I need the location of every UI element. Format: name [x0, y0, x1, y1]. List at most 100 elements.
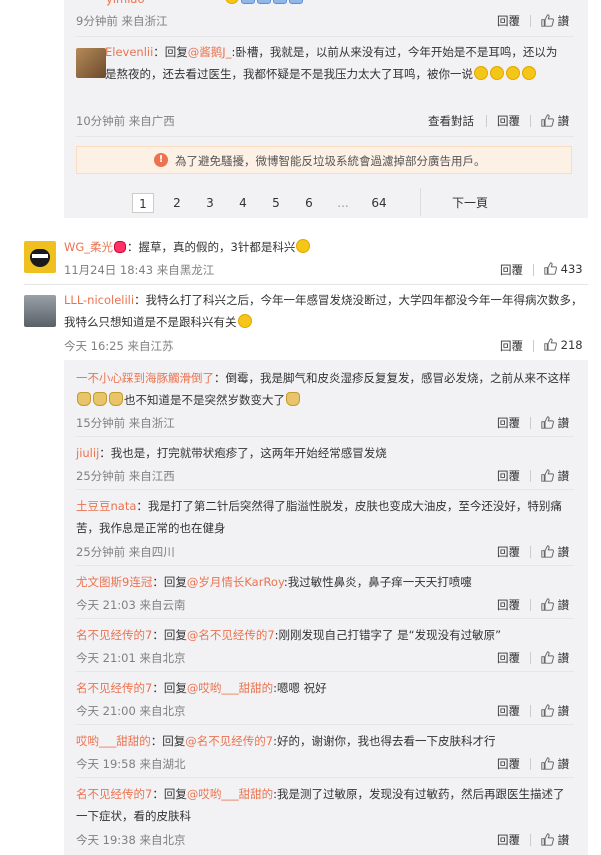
- avatar-face: [30, 249, 50, 267]
- sub-reply-content: 名不见经传的7：回复@哎哟___甜甜的:我是测了过敏原，发现没有过敏药，然后再跟…: [76, 783, 574, 827]
- reply-author[interactable]: 名不见经传的7: [76, 787, 152, 801]
- mention-link[interactable]: @哎哟___甜甜的: [187, 787, 273, 801]
- mention-link[interactable]: @哎哟___甜甜的: [187, 681, 273, 695]
- like-label: 讃: [557, 469, 570, 483]
- like-button[interactable]: 讃: [541, 832, 569, 848]
- next-page-button[interactable]: 下一頁: [450, 193, 490, 213]
- sub-reply-content: 名不见经传的7：回复@哎哟___甜甜的:嗯嗯 祝好: [76, 677, 574, 699]
- anti-spam-notice: ! 為了避免騷擾，微博智能反垃圾系統會過濾掉部分廣告用戶。: [76, 146, 572, 174]
- smile-emoji: [522, 66, 536, 80]
- reply-author[interactable]: jiulij: [76, 446, 99, 460]
- comment-text: ：我特么打了科兴之后，今年一年感冒发烧没断过，大学四年都没今年一年得病次数多，我…: [64, 293, 583, 329]
- avatar[interactable]: [24, 295, 56, 327]
- reply-prefix: ：回复: [152, 575, 187, 589]
- like-button[interactable]: 218: [544, 338, 583, 352]
- like-label: 讃: [557, 598, 570, 612]
- thumbs-up-icon: [544, 262, 557, 275]
- comment-author[interactable]: WG_柔光: [64, 240, 113, 254]
- reply-button[interactable]: 回覆: [497, 415, 520, 431]
- comment-content: WG_柔光 ：握草，真的假的，3针都是科兴: [64, 236, 584, 258]
- divider: [533, 340, 534, 352]
- mention-link[interactable]: @名不见经传的7: [187, 628, 275, 642]
- smile-emoji: [237, 314, 252, 328]
- emoji: [93, 392, 107, 406]
- avatar[interactable]: [24, 241, 56, 273]
- like-button[interactable]: 讃: [541, 650, 569, 666]
- reply-author[interactable]: 一不小心踩到海豚觸滑倒了: [76, 371, 214, 385]
- emoji: [296, 239, 311, 253]
- like-button[interactable]: 讃: [541, 468, 569, 484]
- like-button[interactable]: 讃: [541, 113, 569, 129]
- comment-author[interactable]: LLL-nicolelili: [64, 293, 134, 307]
- reply-author[interactable]: 尤文图斯9连冠: [76, 575, 152, 589]
- reply-button[interactable]: 回覆: [497, 703, 520, 719]
- sub-reply-content: 名不见经传的7：回复@名不见经传的7:刚刚发现自己打错字了 是“发现没有过敏原”: [76, 624, 574, 646]
- like-label: 讃: [557, 757, 570, 771]
- page-6[interactable]: 6: [300, 193, 318, 213]
- divider: [530, 115, 531, 127]
- reply-text: :刚刚发现自己打错字了 是“发现没有过敏原”: [274, 628, 502, 642]
- thumbs-up-icon: [541, 757, 554, 770]
- reply-author[interactable]: Elevenlii: [105, 45, 153, 59]
- divider: [420, 188, 421, 216]
- reply-button[interactable]: 回覆: [500, 262, 523, 278]
- divider: [530, 546, 531, 558]
- page-2[interactable]: 2: [168, 193, 186, 213]
- like-button[interactable]: 讃: [541, 13, 569, 29]
- thumbs-up-icon: [541, 545, 554, 558]
- mention-link[interactable]: @岁月情长KarRoy: [187, 575, 284, 589]
- reply-meta: 10分钟前 来自广西: [76, 114, 175, 128]
- page-64[interactable]: 64: [367, 193, 391, 213]
- like-button[interactable]: 讃: [541, 415, 569, 431]
- thumbs-up-icon: [541, 833, 554, 846]
- mention-link[interactable]: @名不见经传的7: [185, 734, 273, 748]
- divider: [530, 417, 531, 429]
- reply-button[interactable]: 回覆: [497, 544, 520, 560]
- separator: [76, 36, 574, 37]
- reply-author[interactable]: yimiao: [106, 0, 144, 6]
- view-dialog-link[interactable]: 查看對話: [428, 113, 474, 129]
- reply-author[interactable]: 哎哟___甜甜的: [76, 734, 151, 748]
- warning-icon: !: [154, 153, 168, 167]
- reply-button[interactable]: 回覆: [497, 756, 520, 772]
- like-button[interactable]: 讃: [541, 544, 569, 560]
- page-5[interactable]: 5: [267, 193, 285, 213]
- divider: [530, 15, 531, 27]
- thumbs-up-icon: [541, 651, 554, 664]
- reply-text: :好的，谢谢你，我也得去看一下皮肤科才行: [273, 734, 496, 748]
- reply-button[interactable]: 回覆: [497, 468, 520, 484]
- divider: [530, 599, 531, 611]
- reply-author[interactable]: 名不见经传的7: [76, 681, 152, 695]
- like-label: 讃: [557, 114, 570, 128]
- reply-meta: 今天 21:01 来自北京: [76, 651, 186, 665]
- divider: [530, 470, 531, 482]
- like-label: 讃: [557, 833, 570, 847]
- reply-text: ：我也是，打完就带状疱疹了，这两年开始经常感冒发烧: [99, 446, 387, 460]
- emoji: [286, 392, 300, 406]
- reply-button[interactable]: 回覆: [497, 13, 520, 29]
- reply-button[interactable]: 回覆: [500, 338, 523, 354]
- reply-meta: 15分钟前 来自浙江: [76, 416, 175, 430]
- reply-author[interactable]: 名不见经传的7: [76, 628, 152, 642]
- divider: [530, 834, 531, 846]
- emoji: [77, 392, 91, 406]
- page-4[interactable]: 4: [234, 193, 252, 213]
- reply-button[interactable]: 回覆: [497, 650, 520, 666]
- separator: [76, 724, 574, 725]
- avatar[interactable]: [76, 48, 106, 78]
- reply-button[interactable]: 回覆: [497, 597, 520, 613]
- like-button[interactable]: 433: [544, 262, 583, 276]
- page-3[interactable]: 3: [201, 193, 219, 213]
- like-button[interactable]: 讃: [541, 756, 569, 772]
- reply-button[interactable]: 回覆: [497, 113, 520, 129]
- avatar-glasses: [32, 254, 48, 258]
- reply-button[interactable]: 回覆: [497, 832, 520, 848]
- notice-text: 為了避免騷擾，微博智能反垃圾系統會過濾掉部分廣告用戶。: [175, 154, 486, 168]
- reply-author[interactable]: 土豆豆nata: [76, 499, 136, 513]
- comment-meta: 11月24日 18:43 来自黑龙江: [64, 263, 215, 277]
- like-button[interactable]: 讃: [541, 597, 569, 613]
- emoji: [289, 0, 303, 4]
- mention-link[interactable]: @酱鹅J_: [188, 45, 232, 59]
- page-1[interactable]: 1: [132, 193, 154, 213]
- like-button[interactable]: 讃: [541, 703, 569, 719]
